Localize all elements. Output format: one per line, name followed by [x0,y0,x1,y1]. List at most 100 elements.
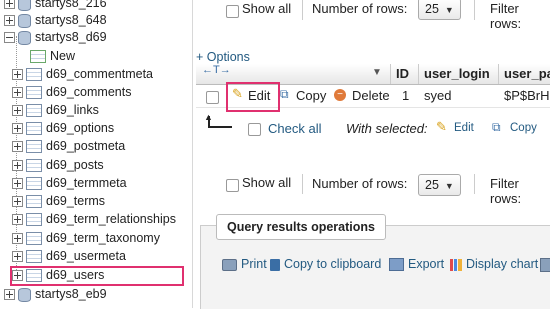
table-icon [26,195,42,209]
table-icon [26,86,42,100]
sidebar-item-startys8-648[interactable]: startys8_648 [4,11,107,29]
expand-icon[interactable] [12,214,23,226]
column-header-user-login[interactable]: user_login [424,66,490,81]
table-icon [26,177,42,191]
table-icon [26,213,42,227]
cell-id: 1 [402,88,410,103]
export-label: Export [408,257,445,271]
sidebar-item-d69-usermeta[interactable]: d69_usermeta [12,247,126,265]
bottom-nav-bar: Show all Number of rows: 25 ▼ Filter rows… [222,174,550,206]
column-separator [390,64,391,84]
sidebar-item-d69-postmeta[interactable]: d69_postmeta [12,137,125,155]
sidebar-item-d69-posts[interactable]: d69_posts [12,156,104,174]
expand-icon[interactable] [12,141,23,153]
check-all-bar: ▲ Check all With selected: ✎ Edit ⧉ Copy [196,112,550,140]
rows-select-value: 25 [425,2,439,16]
column-header-id[interactable]: ID [396,66,409,81]
more-operations-icon[interactable] [540,258,550,272]
expand-icon[interactable] [12,196,23,208]
delete-link[interactable]: Delete [352,88,390,103]
display-chart-button[interactable]: Display chart [450,257,538,271]
print-icon [222,258,237,271]
table-icon [26,122,42,136]
print-label: Print [241,257,267,271]
sidebar-item-d69-options[interactable]: d69_options [12,119,114,137]
show-all-checkbox-top[interactable] [226,5,239,18]
expand-icon[interactable] [12,233,23,245]
expand-icon[interactable] [12,160,23,172]
show-all-label-bottom[interactable]: Show all [242,175,291,190]
expand-icon[interactable] [4,0,15,10]
options-link[interactable]: + Options [196,50,250,64]
expand-icon[interactable] [12,251,23,263]
expand-icon[interactable] [12,69,23,81]
database-icon [18,13,31,28]
top-nav-bar: Show all Number of rows: 25 ▼ Filter rows… [222,0,550,31]
export-button[interactable]: Export [389,257,445,272]
check-all-link[interactable]: Check all [268,121,321,136]
column-resize-arrows-icon[interactable]: ←T→ [202,64,231,76]
sidebar-item-d69-links[interactable]: d69_links [12,101,99,119]
delete-icon: − [334,89,346,101]
divider [302,174,303,194]
arrow-head-icon: ▲ [204,112,213,122]
show-all-label-top[interactable]: Show all [242,1,291,16]
clipboard-icon [270,258,280,271]
sidebar-item-d69-terms[interactable]: d69_terms [12,192,105,210]
expand-icon[interactable] [12,178,23,190]
database-icon [18,0,31,11]
print-button[interactable]: Print [222,257,267,271]
database-icon [18,287,31,302]
show-all-checkbox-bottom[interactable] [226,179,239,192]
export-icon [389,258,404,272]
sidebar-item-d69-term-taxonomy[interactable]: d69_term_taxonomy [12,229,160,247]
expand-icon[interactable] [12,105,23,117]
sidebar-item-d69-term-relationships[interactable]: d69_term_relationships [12,210,176,228]
sidebar-item-d69-comments[interactable]: d69_comments [12,83,131,101]
highlight-d69-users [10,266,184,286]
chevron-down-icon: ▼ [444,5,454,15]
table-icon [26,159,42,173]
copy-icon: ⧉ [280,87,289,101]
chart-icon [450,258,462,271]
sidebar-item-startys8-eb9[interactable]: startys8_eb9 [4,285,107,303]
sidebar-item-new[interactable]: New [30,47,75,65]
table-icon [26,104,42,118]
column-header-user-pass[interactable]: user_pa [504,66,550,81]
sidebar-item-d69-commentmeta[interactable]: d69_commentmeta [12,65,153,83]
display-chart-label: Display chart [466,257,539,271]
new-table-icon [30,50,46,64]
rows-label-bottom: Number of rows: [312,176,408,191]
rows-label-top: Number of rows: [312,1,408,16]
rows-select-top[interactable]: 25 ▼ [418,0,461,20]
expand-icon[interactable] [4,15,15,27]
copy-to-clipboard-button[interactable]: Copy to clipboard [270,257,381,271]
divider [474,0,475,20]
table-icon [26,140,42,154]
copy-link[interactable]: Copy [296,88,326,103]
pencil-icon: ✎ [436,119,447,134]
copy-icon: ⧉ [492,120,501,134]
filter-label-bottom: Filter rows: [490,176,522,206]
cell-user-pass: $P$BrH. [504,88,550,103]
navigation-sidebar: startys8_216 startys8_648 startys8_d69 N… [0,0,193,308]
sort-arrow-icon[interactable]: ▼ [372,67,382,78]
with-selected-edit[interactable]: Edit [454,122,474,134]
database-icon [18,30,31,45]
rows-select-value: 25 [425,178,439,192]
check-all-checkbox[interactable] [248,123,261,136]
sidebar-item-d69-termmeta[interactable]: d69_termmeta [12,174,127,192]
sidebar-item-startys8-d69[interactable]: startys8_d69 [4,28,107,46]
table-icon [26,250,42,264]
expand-icon[interactable] [12,87,23,99]
column-separator [418,64,419,84]
collapse-icon[interactable] [4,32,15,44]
table-icon [26,232,42,246]
expand-icon[interactable] [12,123,23,135]
row-checkbox[interactable] [206,91,219,104]
rows-select-bottom[interactable]: 25 ▼ [418,174,461,196]
with-selected-copy[interactable]: Copy [510,122,537,134]
expand-icon[interactable] [4,289,15,301]
cell-user-login: syed [424,88,452,103]
table-icon [26,68,42,82]
